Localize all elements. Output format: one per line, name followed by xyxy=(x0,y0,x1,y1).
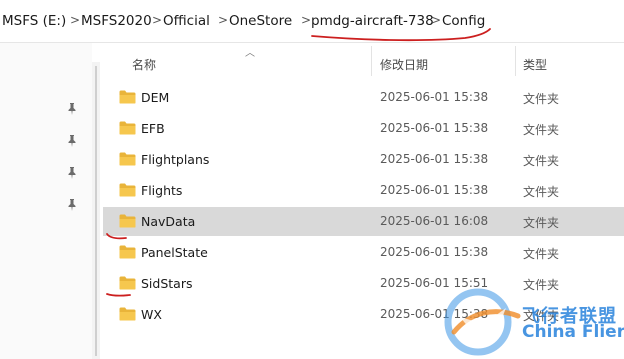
navigation-pane[interactable] xyxy=(0,43,92,359)
file-type: 文件夹 xyxy=(523,92,560,106)
address-bar[interactable]: MSFS (E:) > MSFS2020 > Official > OneSto… xyxy=(0,0,624,42)
breadcrumb-separator[interactable]: > xyxy=(431,13,441,27)
breadcrumb-item-drive[interactable]: MSFS (E:) xyxy=(2,13,66,29)
file-modified-date: 2025-06-01 15:38 xyxy=(380,183,489,197)
column-divider[interactable] xyxy=(371,46,372,76)
pin-icon[interactable] xyxy=(65,102,79,116)
file-modified-date: 2025-06-01 15:38 xyxy=(380,90,489,104)
breadcrumb-separator[interactable]: > xyxy=(218,13,228,27)
breadcrumb-item-config[interactable]: Config xyxy=(442,13,485,29)
column-divider[interactable] xyxy=(515,46,516,76)
sort-ascending-icon: ︿ xyxy=(245,48,255,59)
breadcrumb-separator[interactable]: > xyxy=(152,13,162,27)
folder-icon xyxy=(119,121,136,135)
file-type: 文件夹 xyxy=(523,185,560,199)
file-modified-date: 2025-06-01 15:38 xyxy=(380,152,489,166)
file-name: SidStars xyxy=(141,276,193,291)
column-header-type[interactable]: 类型 xyxy=(523,56,547,73)
watermark-text-en: China Flier xyxy=(522,322,624,342)
column-header-name[interactable]: 名称 xyxy=(132,56,156,73)
breadcrumb-item-pmdg[interactable]: pmdg-aircraft-738 xyxy=(311,13,434,29)
file-row[interactable]: EFB 2025-06-01 15:38 文件夹 xyxy=(103,114,624,143)
folder-icon xyxy=(119,307,136,321)
pin-icon[interactable] xyxy=(65,134,79,148)
file-modified-date: 2025-06-01 15:38 xyxy=(380,245,489,259)
file-modified-date: 2025-06-01 16:08 xyxy=(380,214,489,228)
file-name: NavData xyxy=(141,214,196,229)
folder-icon xyxy=(119,276,136,290)
breadcrumb-item-official[interactable]: Official xyxy=(163,13,210,29)
toolbar-divider xyxy=(0,42,624,43)
file-row[interactable]: PanelState 2025-06-01 15:38 文件夹 xyxy=(103,238,624,267)
file-name: DEM xyxy=(141,90,170,105)
file-row[interactable]: Flightplans 2025-06-01 15:38 文件夹 xyxy=(103,145,624,174)
folder-icon xyxy=(119,90,136,104)
file-row[interactable]: Flights 2025-06-01 15:38 文件夹 xyxy=(103,176,624,205)
file-modified-date: 2025-06-01 15:38 xyxy=(380,121,489,135)
breadcrumb-separator[interactable]: > xyxy=(301,13,311,27)
breadcrumb-item-onestore[interactable]: OneStore xyxy=(229,13,292,29)
file-row[interactable]: DEM 2025-06-01 15:38 文件夹 xyxy=(103,83,624,112)
file-type: 文件夹 xyxy=(523,216,560,230)
file-name: Flights xyxy=(141,183,183,198)
file-type: 文件夹 xyxy=(523,154,560,168)
folder-icon xyxy=(119,152,136,166)
pin-icon[interactable] xyxy=(65,166,79,180)
file-name: EFB xyxy=(141,121,165,136)
folder-icon xyxy=(119,245,136,259)
pin-icon[interactable] xyxy=(65,198,79,212)
folder-icon xyxy=(119,214,136,228)
file-row[interactable]: NavData 2025-06-01 16:08 文件夹 xyxy=(103,207,624,236)
file-name: WX xyxy=(141,307,162,322)
folder-icon xyxy=(119,183,136,197)
file-type: 文件夹 xyxy=(523,123,560,137)
breadcrumb-separator[interactable]: > xyxy=(70,13,80,27)
file-name: PanelState xyxy=(141,245,208,260)
breadcrumb-item-msfs2020[interactable]: MSFS2020 xyxy=(81,13,152,29)
column-header-modified[interactable]: 修改日期 xyxy=(380,56,428,73)
file-type: 文件夹 xyxy=(523,247,560,261)
file-name: Flightplans xyxy=(141,152,210,167)
navigation-scrollbar-thumb[interactable] xyxy=(95,66,97,356)
